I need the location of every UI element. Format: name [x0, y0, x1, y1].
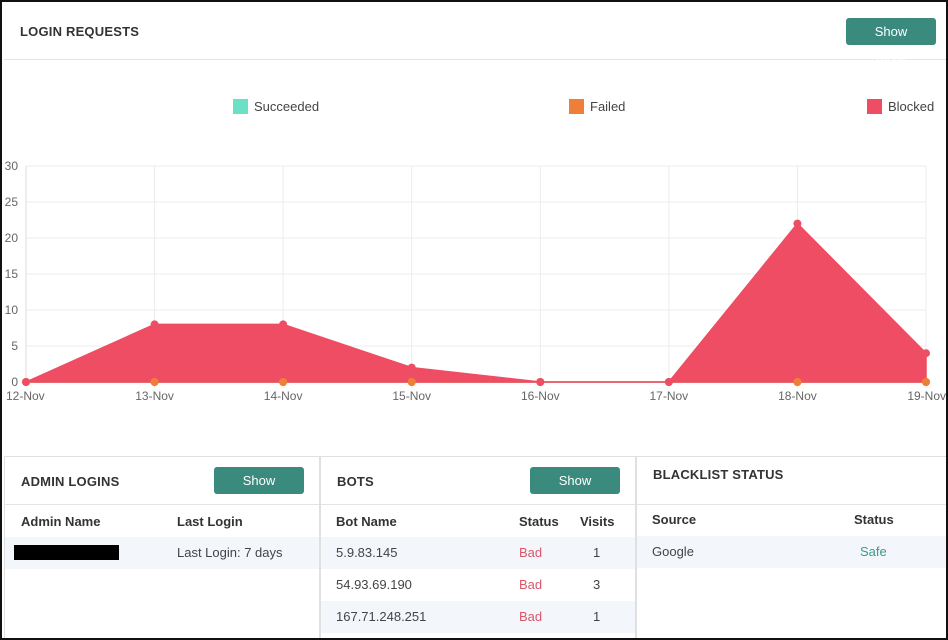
x-tick-label: 17-Nov	[650, 389, 689, 403]
x-tick-label: 18-Nov	[778, 389, 817, 403]
last-login-value: Last Login: 7 days	[177, 545, 283, 560]
col-bot-status: Status	[519, 514, 559, 529]
col-last-login: Last Login	[177, 514, 243, 529]
x-tick-label: 12-Nov	[6, 389, 45, 403]
table-row: 5.9.83.145 Bad 1	[321, 537, 635, 569]
bot-name[interactable]: 5.9.83.145	[336, 545, 397, 560]
y-tick-label: 20	[5, 231, 19, 245]
login-requests-chart: 0 5 10 15 20 25 30 12-Nov 13-Nov 14-Nov 15-Nov 16-…	[5, 159, 946, 403]
blacklist-source: Google	[652, 544, 694, 559]
x-tick-label: 16-Nov	[521, 389, 560, 403]
login-requests-panel: LOGIN REQUESTS Show more Succeeded Faile…	[4, 4, 946, 406]
table-row: Last Login: 7 days	[5, 537, 319, 569]
bot-status: Bad	[519, 577, 543, 592]
point-failed	[150, 378, 159, 386]
x-tick-label: 19-Nov	[907, 389, 946, 403]
col-blacklist-status: Status	[854, 512, 894, 527]
point-blocked	[279, 320, 288, 329]
point-failed	[407, 378, 416, 386]
bots-show-more-button[interactable]: Show more	[530, 467, 620, 515]
point-failed	[922, 378, 930, 386]
table-row: Google Safe	[637, 536, 946, 568]
point-failed	[279, 378, 288, 386]
blacklist-status-value: Safe	[860, 544, 887, 559]
point-blocked	[536, 378, 545, 386]
col-bot-name: Bot Name	[336, 514, 397, 529]
y-tick-label: 0	[11, 375, 18, 389]
admin-logins-show-more-button[interactable]: Show more	[214, 467, 304, 515]
x-tick-label: 13-Nov	[135, 389, 174, 403]
point-failed	[793, 378, 802, 386]
x-tick-label: 15-Nov	[392, 389, 431, 403]
redacted-admin-name	[14, 545, 119, 560]
admin-logins-header: ADMIN LOGINS Show more	[5, 457, 319, 515]
point-blocked	[22, 378, 30, 386]
blacklist-status-panel: BLACKLIST STATUS Source Status Google Sa…	[636, 456, 946, 638]
bot-visits: 3	[593, 577, 601, 592]
x-tick-label: 14-Nov	[264, 389, 303, 403]
admin-logins-title: ADMIN LOGINS	[21, 474, 120, 489]
blacklist-title: BLACKLIST STATUS	[653, 467, 784, 482]
point-blocked	[664, 378, 673, 386]
table-row: 54.93.69.190 Bad 3	[321, 569, 635, 601]
chart-areas	[25, 222, 927, 383]
bots-panel: BOTS Show more Bot Name Status Visits 5.…	[320, 456, 636, 638]
blacklist-header: BLACKLIST STATUS	[637, 457, 946, 505]
y-tick-label: 30	[5, 159, 19, 173]
bots-header: BOTS Show more	[321, 457, 635, 515]
dashboard-frame: LOGIN REQUESTS Show more Succeeded Faile…	[0, 0, 948, 640]
point-blocked	[407, 363, 416, 372]
col-bot-visits: Visits	[580, 514, 615, 529]
y-tick-label: 10	[5, 303, 19, 317]
point-blocked	[150, 320, 159, 329]
point-blocked	[793, 219, 802, 228]
bots-title: BOTS	[337, 474, 374, 489]
col-source: Source	[652, 512, 697, 527]
table-row: 167.71.248.251 Bad 1	[321, 601, 635, 633]
y-tick-label: 5	[11, 339, 18, 353]
chart-x-ticks: 12-Nov 13-Nov 14-Nov 15-Nov 16-Nov 17-Nov 18-N…	[6, 389, 946, 403]
point-blocked	[922, 349, 930, 358]
bot-visits: 1	[593, 609, 601, 624]
bot-status: Bad	[519, 609, 543, 624]
admin-logins-panel: ADMIN LOGINS Show more Admin Name Last L…	[4, 456, 320, 638]
bot-name[interactable]: 167.71.248.251	[336, 609, 426, 624]
y-tick-label: 25	[5, 195, 19, 209]
chart-y-ticks: 0 5 10 15 20 25 30	[5, 159, 19, 389]
bot-name[interactable]: 54.93.69.190	[336, 577, 412, 592]
area-blocked	[25, 222, 927, 383]
col-admin-name: Admin Name	[21, 514, 101, 529]
y-tick-label: 15	[5, 267, 19, 281]
bot-status: Bad	[519, 545, 543, 560]
bot-visits: 1	[593, 545, 601, 560]
